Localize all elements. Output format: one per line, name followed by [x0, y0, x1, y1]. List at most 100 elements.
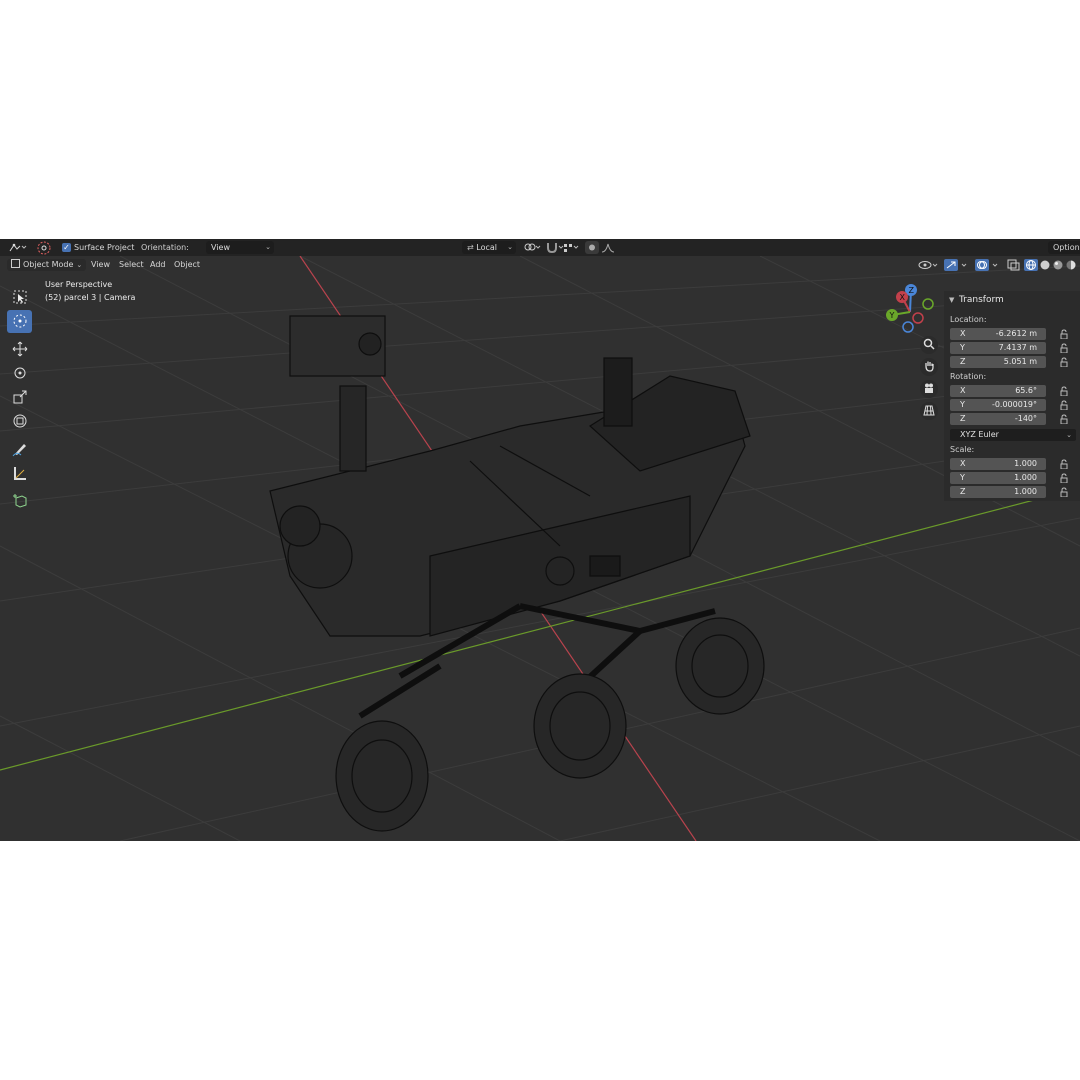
rotation-x-field[interactable]: X 65.6° — [950, 385, 1046, 397]
lock-icon[interactable] — [1059, 400, 1069, 410]
xray-toggle[interactable] — [1007, 259, 1021, 271]
transform-pivot-dropdown[interactable]: ⇄ Local ⌄ — [462, 241, 516, 254]
wireframe-sphere-icon — [1024, 259, 1038, 273]
gizmo-neg-z[interactable] — [902, 321, 914, 333]
location-x-field[interactable]: X -6.2612 m — [950, 328, 1046, 340]
solid-sphere-icon — [1039, 260, 1051, 273]
lock-icon[interactable] — [1059, 386, 1069, 396]
perspective-toggle-button[interactable] — [920, 402, 938, 420]
shading-material-button[interactable] — [1052, 259, 1064, 271]
zoom-button[interactable] — [920, 336, 938, 354]
rover-wireframe[interactable] — [269, 315, 765, 832]
viewport-scene — [0, 256, 1080, 841]
gizmo-z-label: Z — [909, 286, 915, 295]
snap-target-button[interactable] — [562, 241, 580, 254]
rotation-y-value: -0.000019° — [991, 400, 1037, 409]
object-mode-icon — [11, 259, 20, 268]
lock-icon[interactable] — [1059, 487, 1069, 497]
options-label: Options — [1053, 243, 1080, 252]
lock-icon[interactable] — [1059, 343, 1069, 353]
orientation-dropdown[interactable]: View ⌄ — [206, 241, 274, 254]
rotation-z-value: -140° — [1014, 414, 1037, 423]
transform-panel-title: Transform — [959, 295, 1004, 305]
proportional-edit-icon — [586, 244, 598, 256]
lock-icon[interactable] — [1059, 329, 1069, 339]
rotation-mode-select[interactable]: XYZ Euler ⌄ — [950, 429, 1076, 441]
gizmo-neg-y[interactable] — [922, 298, 934, 310]
shading-solid-button[interactable] — [1039, 259, 1051, 271]
chevron-down-icon: ⌄ — [76, 261, 83, 269]
orientation-value: View — [211, 243, 230, 252]
sidebar-panel: ▼ Transform Location: X -6.2612 m Y 7.4137… — [944, 291, 1080, 501]
gizmo-toggle[interactable] — [944, 259, 972, 271]
cursor-options-button[interactable] — [36, 241, 52, 255]
chevron-down-icon: ⌄ — [1066, 431, 1072, 439]
annotate-icon — [12, 441, 28, 459]
transform-tool[interactable] — [7, 410, 32, 433]
scale-z-field[interactable]: Z 1.000 — [950, 486, 1046, 498]
lock-icon[interactable] — [1059, 459, 1069, 469]
measure-tool[interactable] — [7, 462, 32, 485]
snapping-options-button[interactable] — [522, 241, 542, 254]
options-dropdown[interactable]: Options — [1048, 241, 1080, 254]
shading-rendered-button[interactable] — [1065, 259, 1077, 271]
scale-x-field[interactable]: X 1.000 — [950, 458, 1046, 470]
navigation-gizmo[interactable]: Z X Y — [880, 282, 940, 342]
scale-tool[interactable] — [7, 386, 32, 409]
camera-view-icon — [923, 382, 935, 396]
editor-type-button[interactable] — [8, 241, 30, 254]
add-cube-tool[interactable] — [7, 490, 32, 513]
transform-panel-header[interactable]: ▼ Transform — [944, 291, 1080, 309]
menu-add[interactable]: Add — [150, 259, 166, 271]
3d-viewport[interactable]: User Perspective (52) parcel 3 | Camera — [0, 256, 1080, 841]
location-z-value: 5.051 m — [1003, 357, 1037, 366]
rotate-tool[interactable] — [7, 362, 32, 385]
gizmo-neg-x[interactable] — [912, 312, 924, 324]
xray-icon — [1007, 259, 1021, 273]
visibility-dropdown[interactable] — [918, 259, 940, 271]
chevron-down-icon: ⌄ — [507, 243, 513, 251]
move-tool[interactable] — [7, 338, 32, 361]
lock-icon[interactable] — [1059, 473, 1069, 483]
location-y-field[interactable]: Y 7.4137 m — [950, 342, 1046, 354]
rotation-z-field[interactable]: Z -140° — [950, 413, 1046, 425]
scale-x-value: 1.000 — [1014, 459, 1037, 468]
axis-label: Y — [960, 473, 965, 482]
scale-icon — [12, 389, 28, 407]
transform-icon — [12, 413, 28, 431]
surface-project-checkbox[interactable]: ✓ Surface Project — [62, 241, 134, 254]
camera-view-button[interactable] — [920, 380, 938, 398]
viewport-header: Object Mode ⌄ View Select Add Object — [0, 256, 1080, 274]
object-mode-dropdown[interactable]: Object Mode ⌄ — [7, 259, 87, 271]
axis-label: Y — [960, 343, 965, 352]
axis-label: X — [960, 386, 966, 395]
rotation-y-field[interactable]: Y -0.000019° — [950, 399, 1046, 411]
proportional-editing-toggle[interactable] — [585, 241, 599, 254]
tool-settings-header: ✓ Surface Project Orientation: View ⌄ ⇄ L… — [0, 239, 1080, 256]
cursor-tool[interactable] — [7, 310, 32, 333]
falloff-dropdown[interactable] — [601, 241, 619, 254]
menu-view[interactable]: View — [91, 259, 110, 271]
grid-view-icon — [923, 404, 935, 418]
axis-label: Y — [960, 400, 965, 409]
checkmark-icon: ✓ — [62, 243, 71, 252]
pan-button[interactable] — [920, 358, 938, 376]
select-box-tool[interactable] — [7, 286, 32, 309]
axis-label: X — [960, 329, 966, 338]
pan-hand-icon — [923, 360, 935, 374]
annotate-tool[interactable] — [7, 438, 32, 461]
shading-wireframe-button[interactable] — [1024, 259, 1038, 271]
location-z-field[interactable]: Z 5.051 m — [950, 356, 1046, 368]
surface-project-label: Surface Project — [74, 243, 135, 252]
menu-object[interactable]: Object — [174, 259, 200, 271]
lock-icon[interactable] — [1059, 414, 1069, 424]
scale-y-field[interactable]: Y 1.000 — [950, 472, 1046, 484]
axis-label: Z — [960, 487, 966, 496]
orientation-label: Orientation: — [141, 243, 189, 252]
lock-icon[interactable] — [1059, 357, 1069, 367]
object-mode-label: Object Mode — [23, 260, 74, 269]
menu-select[interactable]: Select — [119, 259, 144, 271]
location-label: Location: — [950, 315, 987, 324]
pivot-local-icon: ⇄ — [467, 243, 477, 252]
overlays-toggle[interactable] — [975, 259, 1003, 271]
